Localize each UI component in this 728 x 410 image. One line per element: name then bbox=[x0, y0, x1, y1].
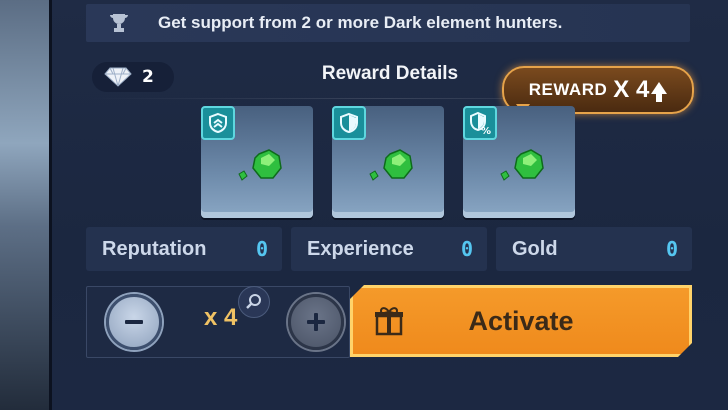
stat-label: Reputation bbox=[102, 237, 207, 260]
minus-button[interactable] bbox=[106, 294, 162, 350]
shield-icon bbox=[332, 106, 366, 140]
stat-reputation: Reputation 0 bbox=[86, 227, 282, 271]
green-gem-icon bbox=[369, 149, 413, 181]
stat-value: 0 bbox=[460, 237, 473, 261]
reward-card-2[interactable] bbox=[332, 106, 444, 218]
plus-icon bbox=[307, 313, 325, 331]
chevron-shield-icon bbox=[201, 106, 235, 140]
condition-banner: Get support from 2 or more Dark element … bbox=[86, 4, 690, 42]
reward-card-1[interactable] bbox=[201, 106, 313, 218]
plus-button[interactable] bbox=[288, 294, 344, 350]
reward-badge-label: REWARD bbox=[528, 80, 608, 99]
up-arrow-icon bbox=[651, 82, 668, 102]
stat-experience: Experience 0 bbox=[291, 227, 487, 271]
stat-gold: Gold 0 bbox=[496, 227, 692, 271]
green-gem-icon bbox=[238, 149, 282, 181]
stat-value: 0 bbox=[255, 237, 268, 261]
gem-count: 2 bbox=[142, 67, 154, 87]
background-left-edge bbox=[0, 0, 52, 410]
activate-button[interactable]: Activate bbox=[350, 285, 692, 357]
shield-percent-icon: % bbox=[463, 106, 497, 140]
condition-text: Get support from 2 or more Dark element … bbox=[158, 13, 563, 32]
green-gem-icon bbox=[500, 149, 544, 181]
stat-label: Experience bbox=[307, 237, 414, 260]
reward-card-3[interactable]: % bbox=[463, 106, 575, 218]
minus-icon bbox=[125, 320, 143, 324]
magnifier-icon bbox=[246, 294, 261, 309]
diamond-icon bbox=[104, 67, 132, 87]
reward-details-title: Reward Details bbox=[321, 63, 459, 84]
quantity-value: x 4 bbox=[204, 304, 238, 331]
zoom-button[interactable] bbox=[238, 286, 270, 318]
trophy-icon bbox=[106, 10, 132, 36]
stat-label: Gold bbox=[512, 237, 558, 260]
reward-badge-multiplier: X 4 bbox=[613, 76, 650, 103]
stat-value: 0 bbox=[665, 237, 678, 261]
svg-text:%: % bbox=[481, 126, 491, 135]
gem-counter: 2 bbox=[92, 62, 174, 92]
activate-label: Activate bbox=[468, 305, 574, 336]
